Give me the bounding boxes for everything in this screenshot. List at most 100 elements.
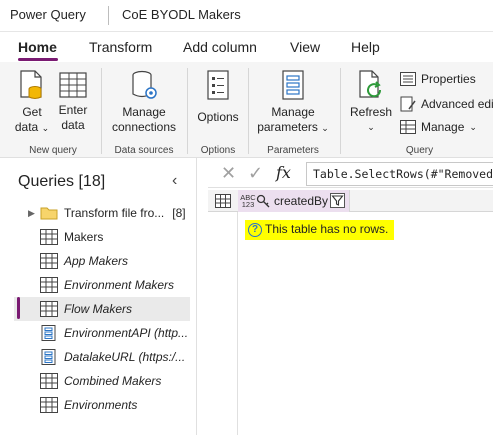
chevron-down-icon: ⌄ xyxy=(321,123,329,133)
query-item-combined-makers[interactable]: Combined Makers xyxy=(14,369,190,393)
table-menu-icon[interactable] xyxy=(215,194,231,208)
manage-parameters-label-1: Manage xyxy=(271,105,315,119)
manage-connections-label-1: Manage xyxy=(122,105,166,119)
chevron-down-icon: ⌄ xyxy=(469,121,477,132)
manage-parameters-label-text: parameters xyxy=(257,120,318,134)
get-data-label-text: data xyxy=(14,120,39,134)
project-title: CoE BYODL Makers xyxy=(122,7,241,22)
get-data-label-1: Get xyxy=(22,105,42,119)
refresh-button[interactable]: Refresh ⌄ xyxy=(346,70,396,135)
tab-view[interactable]: View xyxy=(290,39,320,55)
manage-query-button[interactable]: Manage ⌄ xyxy=(400,120,477,134)
advanced-editor-button[interactable]: Advanced editor xyxy=(400,96,493,112)
app-title: Power Query xyxy=(10,7,86,22)
column-type-badge[interactable]: ABC 123 xyxy=(240,193,256,209)
enter-data-button[interactable]: Enter data xyxy=(55,70,91,133)
group-label-data-sources: Data sources xyxy=(114,145,174,156)
group-label-parameters: Parameters xyxy=(267,145,319,156)
column-filter-button[interactable] xyxy=(330,193,345,208)
ribbon-divider xyxy=(248,68,249,154)
filter-icon xyxy=(331,195,344,206)
ribbon-tabs: Home Transform Add column View Help xyxy=(0,32,493,62)
get-data-icon xyxy=(20,70,42,99)
properties-icon xyxy=(400,72,416,86)
query-item-label: Flow Makers xyxy=(64,302,133,316)
table-grid-icon xyxy=(59,72,87,98)
formula-input[interactable]: Table.SelectRows(#"Removed c xyxy=(306,162,493,186)
manage-connections-label-2: connections xyxy=(111,120,177,134)
advanced-editor-icon xyxy=(400,96,416,112)
info-icon: ? xyxy=(248,223,262,237)
group-label-query: Query xyxy=(405,145,434,156)
query-item-label: DatalakeURL (https:/... xyxy=(64,350,186,364)
commit-formula-icon[interactable]: ✓ xyxy=(248,163,263,184)
query-item-count: [8] xyxy=(172,206,186,220)
options-list-icon xyxy=(207,70,229,100)
enter-data-label-1: Enter xyxy=(58,103,88,117)
parameter-icon xyxy=(41,349,56,365)
row-header-column xyxy=(208,212,238,435)
manage-parameters-label-2: parameters ⌄ xyxy=(253,120,333,136)
title-separator xyxy=(108,6,109,25)
chevron-right-icon[interactable]: ▶ xyxy=(28,208,40,219)
empty-table-message-text: This table has no rows. xyxy=(265,222,389,236)
queries-title: Queries [18] xyxy=(18,173,106,190)
chevron-down-icon: ⌄ xyxy=(41,123,50,133)
group-label-new-query: New query xyxy=(29,145,77,156)
tab-help[interactable]: Help xyxy=(351,39,380,55)
ribbon: Get data ⌄ Enter data New query Manage c… xyxy=(0,62,493,158)
data-grid: ABC 123 createdBy ? This table has no row… xyxy=(208,190,493,435)
selected-query-indicator xyxy=(17,297,20,319)
grid-header: ABC 123 createdBy xyxy=(208,190,493,212)
cancel-formula-icon[interactable]: ✕ xyxy=(221,163,236,184)
query-item-datalakeurl[interactable]: DatalakeURL (https:/... xyxy=(14,345,190,369)
ribbon-divider xyxy=(340,68,341,154)
get-data-label-2: data ⌄ xyxy=(12,120,52,136)
table-icon xyxy=(40,301,58,317)
parameters-icon xyxy=(282,70,304,100)
folder-icon xyxy=(40,207,58,220)
manage-connections-button[interactable]: Manage connections xyxy=(106,70,182,135)
query-item-environment-makers[interactable]: Environment Makers xyxy=(14,273,190,297)
options-button[interactable]: Options xyxy=(193,70,243,125)
manage-parameters-button[interactable]: Manage parameters ⌄ xyxy=(253,70,333,136)
get-data-button[interactable]: Get data ⌄ xyxy=(12,70,52,136)
group-label-options: Options xyxy=(200,145,236,156)
column-name: createdBy xyxy=(274,194,329,208)
options-label: Options xyxy=(197,110,239,124)
table-icon xyxy=(40,277,58,293)
refresh-icon xyxy=(359,70,382,98)
properties-button[interactable]: Properties xyxy=(400,72,476,86)
active-tab-indicator xyxy=(18,58,58,61)
enter-data-label-2: data xyxy=(61,118,85,132)
tab-home[interactable]: Home xyxy=(18,39,57,55)
title-bar: Power Query CoE BYODL Makers xyxy=(0,0,493,32)
advanced-editor-label: Advanced editor xyxy=(421,97,493,111)
database-gear-icon xyxy=(132,70,157,99)
table-icon xyxy=(40,397,58,413)
collapse-chevron-icon[interactable]: ‹ xyxy=(172,172,177,190)
query-item-label: Combined Makers xyxy=(64,374,162,388)
query-item-flow-makers[interactable]: Flow Makers xyxy=(14,297,190,321)
table-icon xyxy=(40,373,58,389)
query-item-environments[interactable]: Environments xyxy=(14,393,190,417)
query-item-transform-file[interactable]: ▶ Transform file fro... [8] xyxy=(14,201,190,225)
parameter-icon xyxy=(41,325,56,341)
query-item-label: App Makers xyxy=(64,254,129,268)
tab-add-column[interactable]: Add column xyxy=(183,39,257,55)
key-icon xyxy=(256,194,270,208)
manage-query-label: Manage xyxy=(421,120,465,134)
ribbon-divider xyxy=(187,68,188,154)
formula-bar: ✕ ✓ fx Table.SelectRows(#"Removed c xyxy=(208,160,493,188)
tab-transform[interactable]: Transform xyxy=(89,39,152,55)
manage-table-icon xyxy=(400,120,416,134)
query-item-app-makers[interactable]: App Makers xyxy=(14,249,190,273)
query-item-makers[interactable]: Makers xyxy=(14,225,190,249)
column-header-createdby[interactable]: ABC 123 createdBy xyxy=(238,190,350,212)
fx-icon[interactable]: fx xyxy=(276,163,291,182)
query-item-environmentapi[interactable]: EnvironmentAPI (http... xyxy=(14,321,190,345)
query-item-label: Environments xyxy=(64,398,138,412)
properties-label: Properties xyxy=(421,72,476,86)
query-item-label: EnvironmentAPI (http... xyxy=(64,326,189,340)
table-icon xyxy=(40,253,58,269)
